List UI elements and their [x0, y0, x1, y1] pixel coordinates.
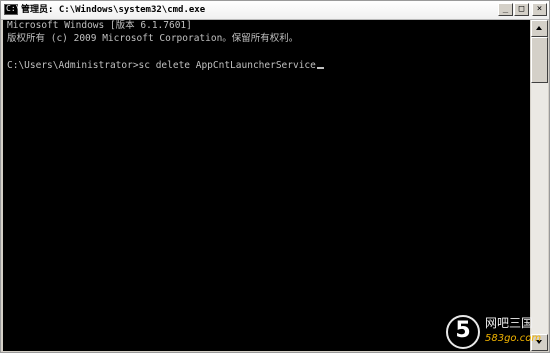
scrollbar-thumb[interactable]	[531, 37, 548, 83]
close-button[interactable]: ×	[532, 3, 547, 16]
cmd-app-icon[interactable]: C:\	[4, 4, 21, 15]
window-title: 管理员: C:\Windows\system32\cmd.exe	[21, 5, 206, 15]
watermark-site-url: 583go.com	[485, 333, 542, 344]
console-command-line: C:\Users\Administrator>sc delete AppCntL…	[7, 60, 324, 72]
scroll-up-button[interactable]	[531, 20, 548, 37]
console-copyright-line: 版权所有 (c) 2009 Microsoft Corporation。保留所有…	[7, 33, 299, 44]
command-prompt-text: C:\Users\Administrator>sc delete AppCntL…	[7, 60, 316, 71]
cmd-window: C:\ 管理员: C:\Windows\system32\cmd.exe _ □…	[0, 0, 550, 353]
minimize-button[interactable]: _	[498, 3, 513, 16]
console-version-line: Microsoft Windows [版本 6.1.7601]	[7, 20, 192, 31]
site-watermark: 5 网吧三国 583go.com	[444, 313, 548, 351]
vertical-scrollbar[interactable]	[531, 20, 548, 351]
watermark-logo-digit: 5	[455, 318, 471, 343]
cmd-icon-text: C:\	[6, 4, 21, 13]
arrow-up-icon	[536, 26, 542, 30]
text-cursor	[316, 67, 324, 69]
console-output[interactable]: Microsoft Windows [版本 6.1.7601] 版权所有 (c)…	[3, 20, 530, 351]
title-bar[interactable]: C:\ 管理员: C:\Windows\system32\cmd.exe _ □…	[1, 1, 549, 20]
watermark-site-name: 网吧三国	[485, 316, 534, 330]
maximize-button[interactable]: □	[514, 3, 529, 16]
